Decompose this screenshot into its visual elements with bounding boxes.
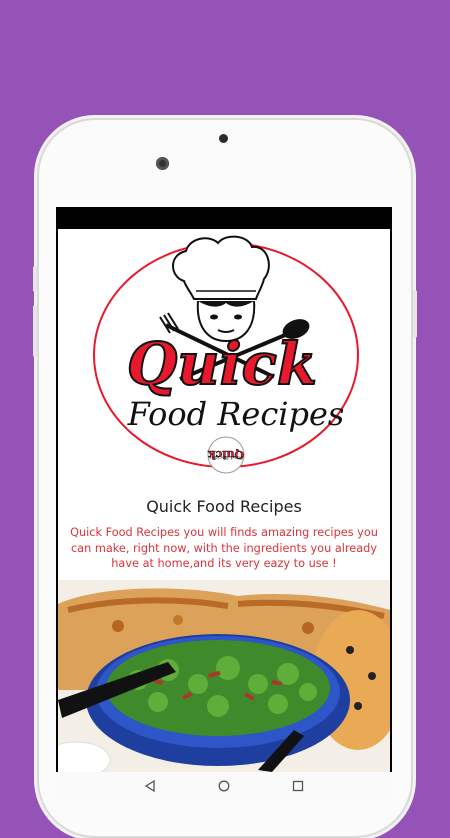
food-image	[58, 580, 390, 772]
volume-down-button	[33, 305, 37, 357]
front-camera	[156, 157, 169, 170]
logo-badge-subtext: Food Recipes	[209, 454, 243, 460]
page-title: Quick Food Recipes	[146, 497, 302, 516]
system-navigation-bar	[56, 772, 392, 800]
back-icon	[144, 780, 155, 792]
power-button	[413, 290, 417, 338]
earpiece-sensor	[219, 134, 228, 143]
home-icon	[218, 780, 230, 792]
recents-button[interactable]	[291, 779, 305, 793]
recents-icon	[292, 780, 304, 792]
status-bar	[56, 207, 392, 229]
home-button[interactable]	[217, 779, 231, 793]
back-button[interactable]	[143, 779, 157, 793]
app-description: Quick Food Recipes you will finds amazin…	[70, 526, 378, 570]
logo-word-food-recipes: Food Recipes	[127, 395, 345, 433]
app-logo: Quick Food Recipes Quick Food Recipes	[93, 235, 359, 474]
logo-word-quick: Quick	[127, 330, 317, 398]
phone-screen: Quick Food Recipes Quick Food Recipes Qu…	[56, 207, 392, 800]
volume-up-button	[33, 266, 37, 292]
app-content[interactable]: Quick Food Recipes Quick Food Recipes Qu…	[58, 229, 390, 772]
